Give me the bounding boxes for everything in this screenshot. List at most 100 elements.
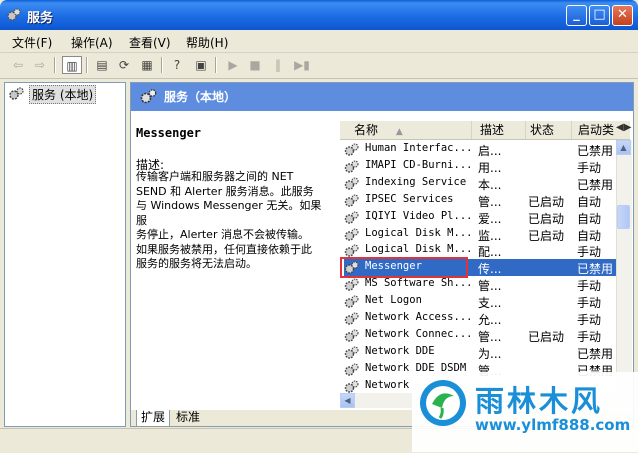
column-header-status[interactable]: 状态 — [526, 121, 572, 139]
refresh-icon[interactable]: ⟳ — [114, 56, 134, 74]
stop-service-icon[interactable]: ■ — [245, 56, 265, 74]
service-gear-icon — [344, 160, 359, 173]
service-startup-type: 自动 — [577, 211, 602, 226]
service-description: 传输客户端和服务器之间的 NET SEND 和 Alerter 服务消息。此服务… — [136, 170, 322, 270]
service-name: Logical Disk M... — [365, 243, 473, 256]
service-description-cell: 管... — [478, 279, 502, 294]
window-title: 服务 — [27, 11, 54, 26]
column-header-name[interactable]: 名称 ▲ — [350, 121, 472, 139]
service-description-cell: 本... — [478, 177, 502, 192]
service-status: 已启动 — [528, 228, 565, 243]
scroll-up-arrow-icon[interactable]: ▲ — [616, 140, 631, 155]
toolbar-separator — [161, 57, 163, 73]
selected-service-name: Messenger — [136, 126, 202, 140]
service-name: Indexing Service — [365, 175, 467, 188]
service-description-cell: 传... — [478, 262, 502, 277]
service-name: IQIYI Video Pl... — [365, 209, 473, 222]
service-name: Net Logon — [365, 294, 422, 307]
title-bar[interactable] — [0, 0, 638, 30]
service-gear-icon — [344, 227, 359, 241]
restart-service-icon[interactable]: ▶▮ — [292, 56, 312, 74]
service-description-cell: 用... — [478, 160, 502, 175]
help-icon[interactable]: ? — [167, 56, 187, 74]
service-status: 已启动 — [528, 194, 565, 209]
service-startup-type: 自动 — [577, 194, 602, 209]
service-startup-type: 手动 — [577, 329, 602, 344]
service-gear-icon — [344, 295, 359, 308]
service-gear-icon — [344, 143, 359, 156]
service-description-cell: 管... — [478, 329, 502, 344]
service-gear-icon — [344, 211, 359, 224]
table-row[interactable]: Indexing Service 本... 已禁用 — [344, 175, 630, 192]
vertical-scrollbar[interactable] — [616, 140, 632, 408]
table-row[interactable]: IMAPI CD-Burni... 用... 手动 — [344, 158, 630, 175]
table-row[interactable]: Net Logon 支... 手动 — [344, 293, 630, 310]
tree-item-services-local[interactable]: 服务 (本地) — [29, 85, 97, 104]
toolbar-separator — [86, 57, 88, 73]
service-name: Logical Disk M... — [365, 226, 473, 239]
watermark-brand: 雨林木风 — [475, 384, 604, 418]
table-row[interactable]: IPSEC Services 管... 已启动 自动 — [344, 192, 630, 209]
table-row[interactable]: MS Software Sh... 管... 手动 — [344, 276, 630, 293]
service-description-cell: 配... — [478, 245, 502, 260]
menu-file[interactable]: 文件(F) — [12, 34, 52, 51]
close-button[interactable]: ✕ — [612, 5, 633, 26]
show-hide-tree-icon[interactable]: ▥ — [62, 56, 82, 74]
maximize-button[interactable]: □ — [589, 5, 610, 26]
column-header-startup[interactable]: 启动类 — [574, 121, 616, 139]
service-startup-type: 手动 — [577, 296, 602, 311]
scroll-left-arrow-icon[interactable]: ◀ — [340, 393, 355, 408]
service-startup-type: 自动 — [577, 228, 602, 243]
start-service-icon[interactable]: ▶ — [223, 56, 243, 74]
service-gear-icon — [344, 194, 359, 207]
table-row[interactable]: Logical Disk M... 监... 已启动 自动 — [344, 226, 630, 243]
service-startup-type: 已禁用 — [577, 177, 614, 192]
menu-help[interactable]: 帮助(H) — [186, 34, 228, 51]
table-row[interactable]: IQIYI Video Pl... 爱... 已启动 自动 — [344, 209, 630, 226]
table-row[interactable]: Human Interfac... 启... 已禁用 — [344, 141, 630, 158]
service-startup-type: 手动 — [577, 279, 602, 294]
service-startup-type: 已禁用 — [577, 262, 614, 277]
service-name: IPSEC Services — [365, 192, 454, 205]
table-row[interactable]: Network Access... 允... 手动 — [344, 310, 630, 327]
service-startup-type: 手动 — [577, 160, 602, 175]
service-gear-icon — [344, 278, 359, 291]
menu-action[interactable]: 操作(A) — [71, 34, 113, 51]
toolbar-separator — [54, 57, 56, 73]
service-description-cell: 监... — [478, 228, 502, 243]
minimize-button[interactable]: _ — [566, 5, 587, 26]
toolbar-separator — [215, 57, 217, 73]
scroll-left-arrow-icon[interactable]: ◀▶ — [616, 122, 631, 138]
service-description-cell: 管... — [478, 194, 502, 209]
service-name: Human Interfac... — [365, 142, 473, 154]
forward-arrow-icon[interactable]: ⇨ — [30, 56, 50, 74]
table-row[interactable]: Network DDE 为... 已禁用 — [344, 344, 630, 361]
service-name: Network DDE — [365, 344, 435, 357]
ylmf-logo — [420, 380, 466, 426]
watermark-url: www.ylmf888.com — [475, 416, 631, 434]
vertical-scroll-thumb[interactable] — [617, 205, 630, 229]
pane-title: 服务（本地） — [164, 90, 237, 104]
back-arrow-icon[interactable]: ⇦ — [8, 56, 28, 74]
tab-standard[interactable]: 标准 — [172, 410, 205, 427]
service-startup-type: 已禁用 — [577, 144, 614, 158]
service-startup-type: 已禁用 — [577, 346, 614, 361]
column-header-description[interactable]: 描述 — [476, 121, 526, 139]
services-gear-icon — [9, 87, 24, 100]
export-list-icon[interactable]: ▦ — [137, 56, 157, 74]
services-gear-icon — [140, 89, 157, 104]
sort-ascending-icon: ▲ — [395, 127, 403, 137]
service-name: Network Access... — [365, 311, 473, 323]
pause-service-icon[interactable]: ‖ — [268, 56, 288, 74]
services-gear-icon — [7, 8, 21, 21]
service-description-cell: 支... — [478, 296, 502, 311]
console-icon[interactable]: ▣ — [191, 56, 211, 74]
menu-view[interactable]: 查看(V) — [129, 34, 171, 51]
properties-icon[interactable]: ▤ — [92, 56, 112, 74]
table-row[interactable]: Network Connec... 管... 已启动 手动 — [344, 327, 630, 344]
service-status: 已启动 — [528, 329, 565, 344]
service-description-cell: 允... — [478, 313, 502, 327]
tab-extended[interactable]: 扩展 — [136, 410, 171, 427]
service-description-cell: 启... — [478, 144, 502, 158]
service-description-cell: 爱... — [478, 211, 502, 226]
